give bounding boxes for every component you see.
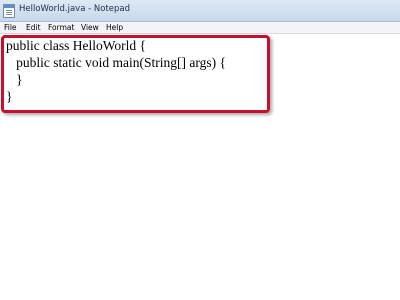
window-title: HelloWorld.java - Notepad <box>19 4 131 14</box>
red-highlight-box <box>1 35 270 113</box>
text-editor-area[interactable]: public class HelloWorld { public static … <box>0 34 400 300</box>
menu-help[interactable]: Help <box>106 22 123 33</box>
menu-edit[interactable]: Edit <box>26 22 41 33</box>
title-bar[interactable]: HelloWorld.java - Notepad <box>0 0 400 22</box>
menu-format[interactable]: Format <box>48 22 74 33</box>
menu-view[interactable]: View <box>81 22 99 33</box>
menu-bar: File Edit Format View Help <box>0 22 400 34</box>
menu-file[interactable]: File <box>4 22 17 33</box>
notepad-app-icon[interactable] <box>3 4 15 18</box>
